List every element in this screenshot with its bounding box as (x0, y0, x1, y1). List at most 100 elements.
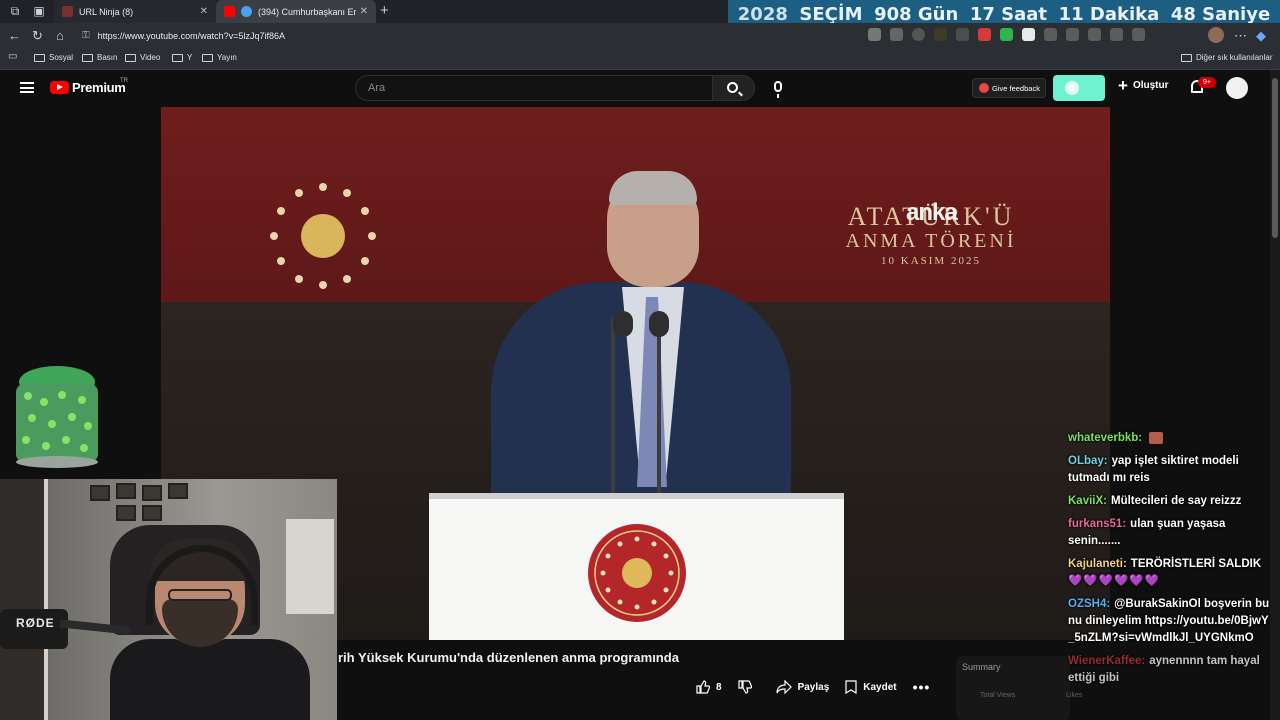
plus-icon: + (1118, 75, 1128, 95)
extension-hl-icon[interactable] (934, 28, 947, 41)
extension-toggle[interactable] (1053, 75, 1105, 101)
countdown-year: 2028 (737, 4, 788, 25)
other-bookmarks[interactable]: Diğer sık kullanılanlar (1181, 53, 1272, 62)
chat-message: OLbay: yap işlet siktiret modeli tutmadı … (1068, 453, 1270, 487)
scrollbar-thumb[interactable] (1272, 78, 1278, 238)
share-icon (775, 680, 792, 694)
presidential-emblem-icon (270, 183, 376, 289)
region-code: TR (120, 78, 128, 84)
search-button[interactable] (713, 75, 755, 101)
create-button[interactable]: + Oluştur (1118, 75, 1169, 95)
hamburger-menu-icon[interactable] (20, 82, 34, 93)
bookmark-folder-sosyal[interactable]: Sosyal (34, 53, 73, 62)
browser-essentials-icon[interactable] (1110, 28, 1123, 41)
youtube-premium-label[interactable]: Premium (72, 80, 126, 95)
thumbs-up-icon (696, 680, 710, 694)
tab-url-ninja[interactable]: URL Ninja (8) ✕ (54, 0, 216, 23)
copilot-icon[interactable]: ◆ (1256, 28, 1266, 44)
extension-refresh-icon[interactable] (1044, 28, 1057, 41)
feedback-label: Give feedback (992, 83, 1040, 93)
app-icon[interactable] (890, 28, 903, 41)
favorite-star-icon[interactable] (912, 28, 925, 41)
streamer-shirt (110, 639, 310, 720)
collections-icon[interactable] (1132, 28, 1145, 41)
home-icon[interactable]: ⌂ (56, 28, 64, 43)
purple-heart-emotes: 💜💜💜💜💜💜 (1068, 575, 1160, 587)
url-field[interactable]: ⚿ https://www.youtube.com/watch?v=5lzJq7… (82, 26, 722, 45)
bookmark-folder-basin[interactable]: Basın (82, 53, 117, 62)
bookmark-folder-yayin[interactable]: Yayın (202, 53, 237, 62)
voice-search-icon[interactable] (774, 81, 782, 98)
notification-count-badge: 9+ (1198, 77, 1216, 88)
close-tab-icon[interactable]: ✕ (360, 6, 368, 17)
webcam-doorway (0, 479, 48, 720)
search-input[interactable] (356, 76, 712, 100)
back-arrow-icon[interactable]: ← (8, 28, 21, 43)
chat-message: WienerKaffee: aynennnn tam hayal ettiği g… (1068, 653, 1270, 687)
like-button[interactable]: 8 (696, 680, 722, 694)
favorites-icon[interactable] (1088, 28, 1101, 41)
speaker-hair (609, 171, 697, 205)
countdown-seconds: 48 Saniye (1170, 4, 1271, 25)
extension-white-icon[interactable] (1022, 28, 1035, 41)
workspaces-icon[interactable]: ⧉ (8, 4, 22, 18)
countdown-minutes: 11 Dakika (1058, 4, 1160, 25)
audio-playing-icon[interactable] (241, 6, 252, 17)
thumbs-down-icon (737, 680, 752, 694)
chat-text: Mültecileri de say reizzz (1111, 495, 1242, 507)
stream-chat-overlay: whateverbkb: OLbay: yap işlet siktiret mo… (1068, 430, 1270, 693)
wall-frames (90, 483, 195, 523)
countdown-days: 908 Gün (874, 4, 959, 25)
bookmark-icon (845, 680, 857, 694)
page-scrollbar[interactable] (1270, 70, 1280, 720)
search-icon (727, 82, 738, 93)
profile-avatar[interactable] (1208, 27, 1224, 43)
folder-icon (1181, 53, 1192, 62)
chat-username: KaviiX: (1068, 495, 1107, 507)
reload-icon[interactable]: ↻ (32, 28, 43, 44)
close-tab-icon[interactable]: ✕ (200, 6, 208, 17)
likes-label: Likes (1066, 692, 1083, 699)
streamer-webcam: RØDE (0, 479, 337, 720)
chat-text: TERÖRİSTLERİ SALDIK (1130, 558, 1262, 570)
bookmark-folder-video[interactable]: Video (125, 53, 160, 62)
ceremony-line-2: ANMA TÖRENİ (845, 230, 1017, 252)
chat-message: OZSH4: @BurakSakinOl boşverin bunu dinley… (1068, 596, 1270, 647)
chat-message: furkans51: ulan şuan yaşasa senin....... (1068, 516, 1270, 550)
url-text: https://www.youtube.com/watch?v=5lzJq7if… (97, 30, 285, 41)
split-screen-icon[interactable] (1066, 28, 1079, 41)
tab-actions-icon[interactable]: ▣ (32, 4, 46, 18)
mic-brand-label: RØDE (16, 616, 55, 630)
tab-youtube-video[interactable]: (394) Cumhurbaşkanı Erdoğ ✕ (216, 0, 376, 23)
like-count: 8 (716, 681, 722, 693)
account-avatar[interactable] (1226, 77, 1248, 99)
microphone-stand (657, 317, 661, 497)
dislike-button[interactable] (737, 680, 758, 694)
whiteboard (286, 519, 334, 614)
site-info-icon[interactable]: ⚿ (82, 30, 90, 41)
save-button[interactable]: Kaydet (845, 680, 897, 694)
folder-icon (34, 53, 45, 62)
new-tab-icon[interactable]: + (380, 2, 389, 19)
extension-puzzle-icon[interactable] (956, 28, 969, 41)
youtube-icon (224, 6, 235, 17)
video-actions: 8 Paylaş Kaydet ••• (696, 677, 930, 697)
countdown-hours: 17 Saat (969, 4, 1048, 25)
extension-red-icon[interactable] (978, 28, 991, 41)
chat-username: whateverbkb: (1068, 432, 1143, 444)
give-feedback-button[interactable]: Give feedback (972, 78, 1046, 98)
youtube-header: Premium TR Give feedback + Oluştur (0, 70, 1280, 107)
share-button[interactable]: Paylaş (775, 680, 829, 694)
search-box (355, 75, 713, 101)
folder-icon (82, 53, 93, 62)
bookmark-folder-y[interactable]: Y (172, 53, 192, 62)
chat-message: Kajulaneti: TERÖRİSTLERİ SALDIK 💜💜💜💜💜💜 (1068, 556, 1270, 590)
extension-green-icon[interactable] (1000, 28, 1013, 41)
read-aloud-icon[interactable] (868, 28, 881, 41)
address-bar-row: ← ↻ ⌂ ⚿ https://www.youtube.com/watch?v=… (0, 23, 1280, 48)
chat-message: KaviiX: Mültecileri de say reizzz (1068, 493, 1270, 510)
menu-dots-icon[interactable]: ⋯ (1234, 28, 1247, 44)
tab-search-icon[interactable]: ▭ (8, 51, 17, 62)
more-actions-icon[interactable]: ••• (913, 679, 931, 695)
youtube-logo-icon[interactable] (50, 81, 69, 94)
